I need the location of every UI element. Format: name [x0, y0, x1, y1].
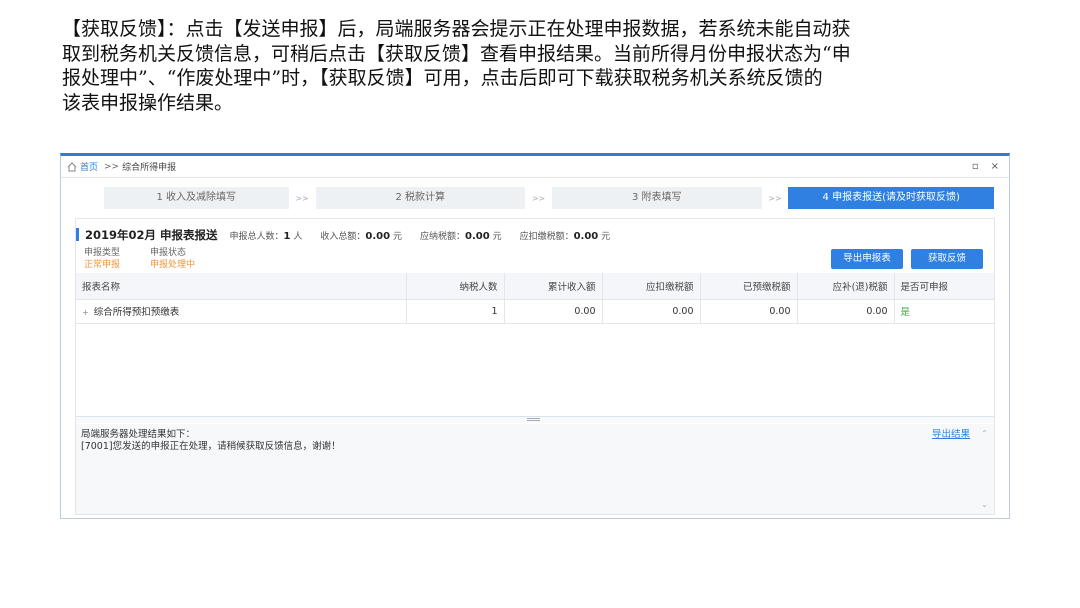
breadcrumb: 首页 >> 综合所得申报 ▫ × [61, 156, 1009, 178]
tax-payable-value: 0.00 [465, 231, 490, 242]
tax-payable-unit: 元 [492, 232, 502, 242]
table-row[interactable]: + 综合所得预扣预缴表 1 0.00 0.00 0.00 0.00 是 [76, 299, 994, 324]
income-cell: 0.00 [504, 299, 603, 324]
step-submit[interactable]: 4 申报表报送(请及时获取反馈) [788, 187, 994, 209]
can-file-cell: 是 [894, 299, 994, 324]
expand-icon[interactable]: + [82, 308, 89, 317]
step-income[interactable]: 1 收入及减除填写 [104, 187, 289, 209]
taxpayers-cell: 1 [406, 299, 505, 324]
close-icon[interactable]: × [991, 161, 999, 172]
people-unit: 人 [293, 232, 303, 242]
column-header-refund: 应补(退)税额 [797, 273, 895, 300]
people-label: 申报总人数： [229, 232, 284, 242]
scroll-up-icon[interactable]: ⌃ [981, 428, 988, 440]
report-name: 综合所得预扣预缴表 [93, 307, 180, 318]
withheld-label: 应扣缴税额： [519, 232, 574, 242]
report-table: 报表名称 纳税人数 累计收入额 应扣缴税额 已预缴税额 应补(退)税额 是否可申… [76, 273, 994, 324]
intro-text: 【获取反馈】：点击【发送申报】后，局端服务器会提示正在处理申报数据，若系统未能自… [62, 17, 1022, 115]
income-total: 收入总额：0.00 元 [320, 229, 402, 242]
prepaid-cell: 0.00 [700, 299, 798, 324]
column-header-taxpayers: 纳税人数 [406, 273, 505, 300]
export-report-button[interactable]: 导出申报表 [831, 249, 903, 269]
withheld-value: 0.00 [573, 231, 599, 242]
restore-icon[interactable]: ▫ [972, 161, 979, 172]
withheld-tax: 应扣缴税额：0.00 元 [520, 229, 611, 242]
breadcrumb-separator: >> [104, 161, 120, 172]
intro-line: 报处理中”、“作废处理中”时，【获取反馈】可用，点击后即可下载获取税务机关系统反… [62, 67, 823, 89]
step-attachments[interactable]: 3 附表填写 [551, 187, 762, 209]
filing-meta: 申报类型 正常申报 申报状态 申报处理中 [84, 247, 195, 271]
submission-panel: 2019年02月 申报表报送 申报总人数：1 人 收入总额：0.00 元 应纳税… [75, 218, 995, 515]
app-window: 首页 >> 综合所得申报 ▫ × 1 收入及减除填写 >> 2 税款计算 >> … [60, 153, 1010, 519]
column-header-withheld: 应扣缴税额 [602, 273, 701, 300]
refund-cell: 0.00 [797, 299, 895, 324]
step-bar: 1 收入及减除填写 >> 2 税款计算 >> 3 附表填写 >> 4 申报表报送… [104, 187, 994, 209]
column-header-income: 累计收入额 [504, 273, 603, 300]
resize-splitter[interactable] [76, 416, 994, 423]
summary-bar: 2019年02月 申报表报送 申报总人数：1 人 收入总额：0.00 元 应纳税… [76, 227, 628, 242]
filing-type-value: 正常申报 [84, 260, 121, 270]
income-unit: 元 [392, 232, 402, 242]
people-count: 申报总人数：1 人 [230, 229, 303, 242]
withheld-cell: 0.00 [602, 299, 701, 324]
intro-line: 【获取反馈】：点击【发送申报】后，局端服务器会提示正在处理申报数据，若系统未能自… [62, 18, 851, 40]
report-name-cell: + 综合所得预扣预缴表 [76, 299, 407, 324]
step-arrow: >> [295, 193, 309, 203]
filing-type-label: 申报类型 [84, 248, 121, 258]
income-label: 收入总额： [320, 232, 366, 242]
home-icon[interactable] [67, 161, 77, 172]
table-header-row: 报表名称 纳税人数 累计收入额 应扣缴税额 已预缴税额 应补(退)税额 是否可申… [76, 273, 994, 300]
export-result-link[interactable]: 导出结果 [932, 429, 970, 441]
tax-payable: 应纳税额：0.00 元 [420, 229, 502, 242]
intro-line: 该表申报操作结果。 [62, 91, 234, 114]
intro-line: 取到税务机关反馈信息，可稍后点击【获取反馈】查看申报结果。当前所得月份申报状态为… [62, 42, 851, 65]
get-feedback-button[interactable]: 获取反馈 [911, 249, 983, 269]
step-arrow: >> [531, 193, 546, 203]
filing-type: 申报类型 正常申报 [84, 247, 120, 271]
result-heading: 局端服务器处理结果如下： [81, 429, 196, 440]
breadcrumb-home-link[interactable]: 首页 [80, 160, 98, 173]
grip-icon [527, 418, 540, 421]
breadcrumb-current: 综合所得申报 [122, 163, 177, 173]
people-value: 1 [283, 231, 291, 242]
page-title: 2019年02月 申报表报送 [85, 228, 218, 242]
result-message: [7001]您发送的申报正在处理，请稍候获取反馈信息，谢谢！ [81, 441, 341, 452]
server-result-area: 局端服务器处理结果如下： [7001]您发送的申报正在处理，请稍候获取反馈信息，… [76, 424, 994, 514]
section-marker [76, 227, 79, 241]
column-header-can-file: 是否可申报 [894, 273, 994, 300]
column-header-name: 报表名称 [76, 273, 407, 300]
filing-status-value: 申报处理中 [150, 260, 196, 270]
income-value: 0.00 [365, 231, 391, 242]
column-header-prepaid: 已预缴税额 [700, 273, 798, 300]
filing-status-label: 申报状态 [150, 248, 187, 258]
tax-payable-label: 应纳税额： [419, 232, 465, 242]
step-tax-calc[interactable]: 2 税款计算 [315, 187, 526, 209]
step-arrow: >> [768, 193, 782, 203]
scroll-down-icon[interactable]: ⌄ [981, 499, 988, 511]
withheld-unit: 元 [601, 232, 611, 242]
filing-status: 申报状态 申报处理中 [150, 247, 195, 271]
